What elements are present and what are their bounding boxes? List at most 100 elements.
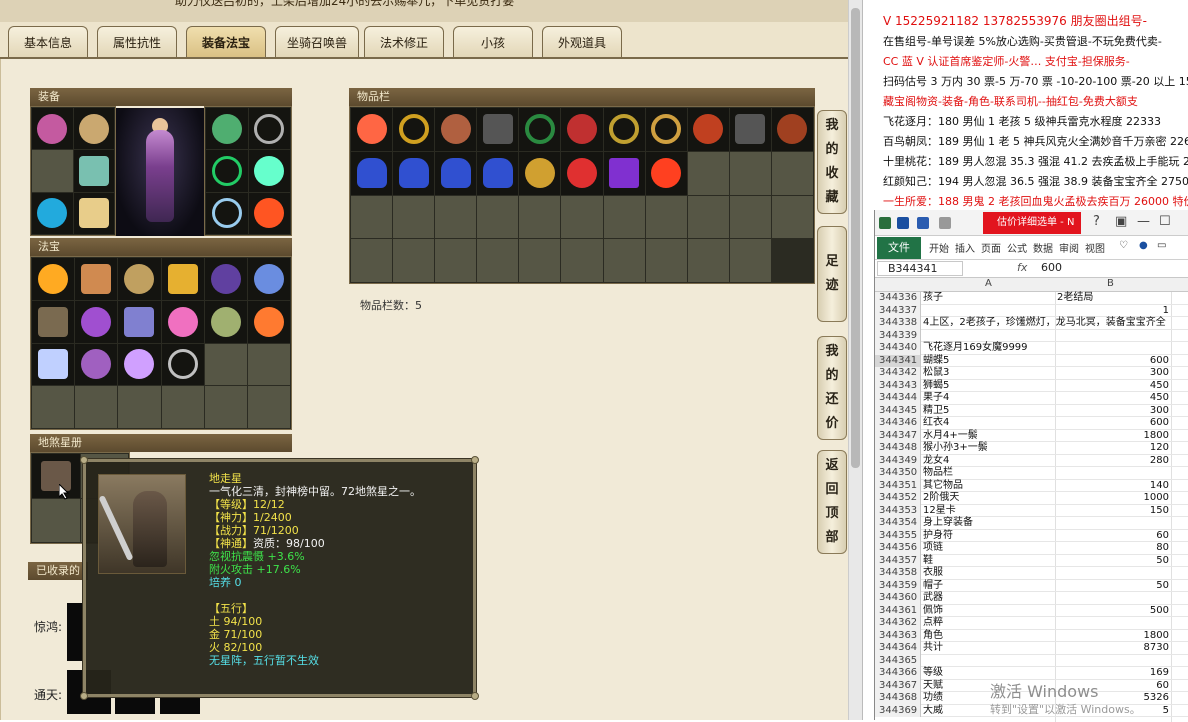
row-number[interactable]: 344351 xyxy=(875,479,921,492)
cell-a[interactable]: 佩饰 xyxy=(923,605,1053,618)
cell-b[interactable]: 500 xyxy=(1057,605,1169,618)
row-number[interactable]: 344366 xyxy=(875,667,921,680)
item-slot[interactable] xyxy=(477,151,519,195)
fabao-slot[interactable] xyxy=(204,300,247,343)
tab-equipment-fabao[interactable]: 装备法宝 xyxy=(186,26,266,58)
equip-slot[interactable] xyxy=(248,108,290,150)
cell-a[interactable]: 猴小孙3+一鬃 xyxy=(923,442,1053,455)
item-slot[interactable] xyxy=(477,108,519,151)
item-slot[interactable] xyxy=(729,108,771,151)
cell-b[interactable]: 80 xyxy=(1057,542,1169,555)
cell-a[interactable]: 水月4+一鬃 xyxy=(923,430,1053,443)
cell-a[interactable]: 蝴蝶5 xyxy=(923,355,1053,368)
cell-b[interactable]: 2老结局 xyxy=(1057,292,1169,305)
cell-a[interactable]: 孩子 xyxy=(923,292,1053,305)
equip-slot[interactable] xyxy=(248,150,290,192)
cell-a[interactable]: 衣服 xyxy=(923,567,1053,580)
equip-slot[interactable] xyxy=(73,108,114,150)
item-slot[interactable] xyxy=(561,151,603,195)
ribbon-tab-file[interactable]: 文件 xyxy=(877,237,921,259)
fabao-slot[interactable] xyxy=(75,258,118,300)
fabao-slot[interactable] xyxy=(161,343,204,386)
fabao-slot[interactable] xyxy=(161,300,204,343)
equip-slot[interactable] xyxy=(32,192,73,234)
item-slot[interactable] xyxy=(645,151,687,195)
cell-a[interactable]: 点粹 xyxy=(923,617,1053,630)
row-number[interactable]: 344352 xyxy=(875,492,921,505)
cell-a[interactable]: 红衣4 xyxy=(923,417,1053,430)
cell-b[interactable]: 1 xyxy=(1057,305,1169,318)
equip-slot[interactable] xyxy=(73,150,114,192)
row-number[interactable]: 344353 xyxy=(875,504,921,517)
tab-basic-info[interactable]: 基本信息 xyxy=(8,26,88,58)
cell-b[interactable]: 300 xyxy=(1057,405,1169,418)
item-slot[interactable] xyxy=(645,108,687,151)
cell-b[interactable]: 1800 xyxy=(1057,430,1169,443)
item-slot[interactable] xyxy=(351,151,393,195)
cell-b[interactable]: 60 xyxy=(1057,530,1169,543)
disha-slot[interactable] xyxy=(32,454,80,498)
item-slot[interactable] xyxy=(435,108,477,151)
tab-spell-correction[interactable]: 法术修正 xyxy=(364,26,444,58)
cell-a[interactable]: 12星卡 xyxy=(923,505,1053,518)
lightbulb-icon[interactable]: ♡ xyxy=(1119,240,1128,251)
redo-icon[interactable] xyxy=(939,217,951,229)
ribbon-tab-page[interactable]: 页面 xyxy=(981,240,1001,255)
ribbon-tab-view[interactable]: 视图 xyxy=(1085,240,1105,255)
help-circle-icon[interactable]: ● xyxy=(1139,240,1148,251)
cell-a[interactable]: 2阶俄天 xyxy=(923,492,1053,505)
name-box[interactable]: B344341 xyxy=(877,261,963,276)
row-number[interactable]: 344350 xyxy=(875,467,921,480)
column-header-a[interactable]: A xyxy=(985,278,992,289)
cell-a[interactable]: 护身符 xyxy=(923,530,1053,543)
equip-slot[interactable] xyxy=(73,192,114,234)
cell-b[interactable]: 50 xyxy=(1057,580,1169,593)
undo-icon[interactable] xyxy=(917,217,929,229)
cell-b[interactable]: 280 xyxy=(1057,455,1169,468)
item-slot[interactable] xyxy=(687,108,729,151)
row-number[interactable]: 344342 xyxy=(875,367,921,380)
collected-card[interactable] xyxy=(115,697,155,714)
fabao-slot[interactable] xyxy=(247,300,290,343)
minimize-icon[interactable]: — xyxy=(1137,214,1150,229)
cell-b[interactable]: 600 xyxy=(1057,417,1169,430)
cell-b[interactable]: 120 xyxy=(1057,442,1169,455)
collected-card[interactable] xyxy=(67,603,83,661)
row-number[interactable]: 344337 xyxy=(875,304,921,317)
row-number[interactable]: 344348 xyxy=(875,442,921,455)
ribbon-display-icon[interactable]: ▣ xyxy=(1115,214,1127,229)
cell-b[interactable]: 450 xyxy=(1057,392,1169,405)
fabao-slot[interactable] xyxy=(161,258,204,300)
row-number[interactable]: 344358 xyxy=(875,567,921,580)
row-number[interactable]: 344367 xyxy=(875,679,921,692)
cell-a[interactable]: 共计 xyxy=(923,642,1053,655)
tab-child[interactable]: 小孩 xyxy=(453,26,533,58)
cell-b[interactable]: 1800 xyxy=(1057,630,1169,643)
tab-appearance[interactable]: 外观道具 xyxy=(542,26,622,58)
cell-b[interactable]: 1000 xyxy=(1057,492,1169,505)
item-slot[interactable] xyxy=(351,108,393,151)
cell-a[interactable]: 龙女4 xyxy=(923,455,1053,468)
item-slot[interactable] xyxy=(603,108,645,151)
save-icon[interactable] xyxy=(897,217,909,229)
item-slot[interactable] xyxy=(435,151,477,195)
tab-attributes[interactable]: 属性抗性 xyxy=(97,26,177,58)
item-slot[interactable] xyxy=(519,151,561,195)
row-number[interactable]: 344341 xyxy=(875,354,921,367)
formula-value[interactable]: 600 xyxy=(1041,261,1062,274)
my-counteroffer-button[interactable]: 我 的 还 价 xyxy=(817,336,847,440)
help-icon[interactable]: ? xyxy=(1093,214,1100,229)
row-number[interactable]: 344368 xyxy=(875,692,921,705)
row-number[interactable]: 344360 xyxy=(875,592,921,605)
equip-slot[interactable] xyxy=(206,192,248,234)
ribbon-tab-insert[interactable]: 插入 xyxy=(955,240,975,255)
column-header-b[interactable]: B xyxy=(1107,278,1114,289)
row-number[interactable]: 344361 xyxy=(875,604,921,617)
row-number[interactable]: 344344 xyxy=(875,392,921,405)
equip-slot[interactable] xyxy=(248,192,290,234)
cell-a[interactable]: 鞋 xyxy=(923,555,1053,568)
row-number[interactable]: 344346 xyxy=(875,417,921,430)
row-number[interactable]: 344359 xyxy=(875,579,921,592)
item-slot[interactable] xyxy=(393,108,435,151)
cell-a[interactable]: 项链 xyxy=(923,542,1053,555)
